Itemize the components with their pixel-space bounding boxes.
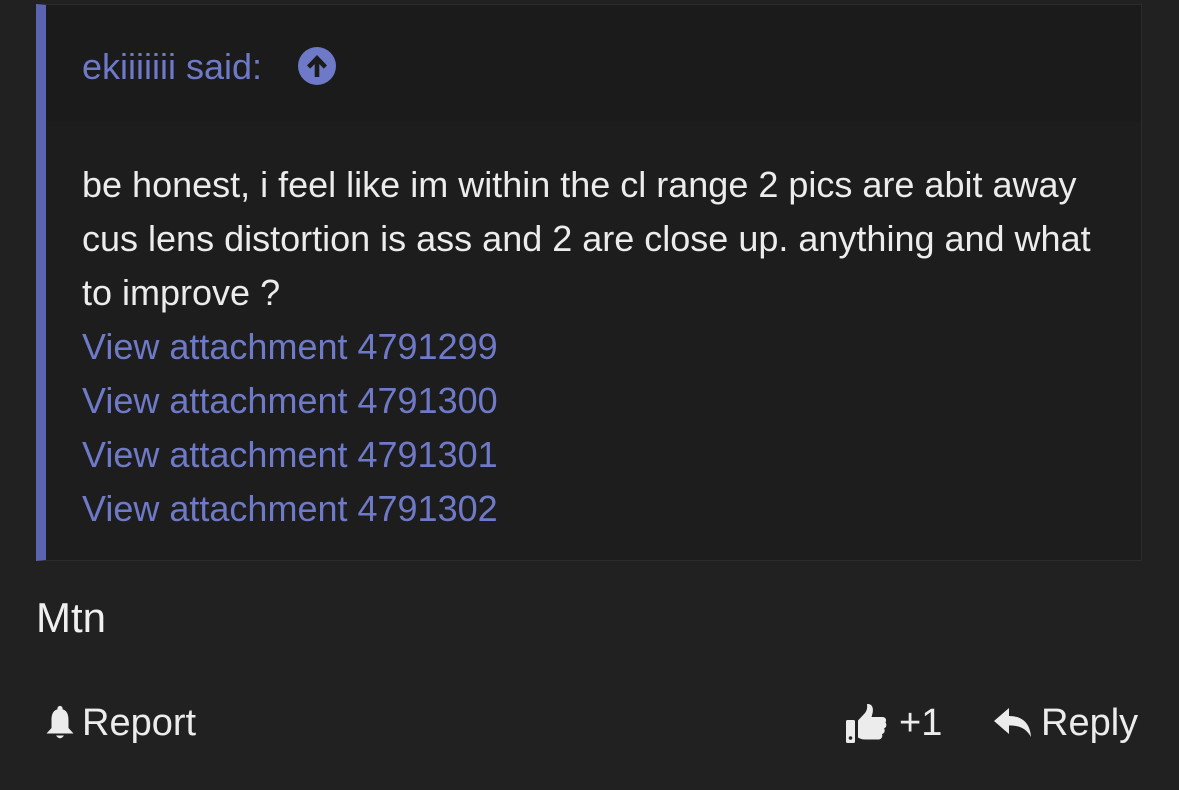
report-button[interactable]: Report — [44, 700, 196, 746]
reply-button[interactable]: Reply — [993, 700, 1138, 746]
attachment-link[interactable]: View attachment 4791301 — [82, 428, 1122, 482]
arrow-up-circle-icon[interactable] — [298, 47, 336, 85]
report-label: Report — [82, 701, 197, 744]
quote-text: be honest, i feel like im within the cl … — [82, 164, 1091, 313]
thumbs-up-icon — [845, 702, 887, 744]
reply-arrow-icon — [993, 705, 1033, 741]
attachment-link[interactable]: View attachment 4791299 — [82, 320, 1122, 374]
quote-author-link[interactable]: ekiiiiiii said: — [82, 47, 262, 87]
reply-label: Reply — [1041, 701, 1139, 744]
attachment-link[interactable]: View attachment 4791302 — [82, 482, 1122, 536]
quote-block: ekiiiiiii said: be honest, i feel like i… — [36, 4, 1142, 561]
attachment-link[interactable]: View attachment 4791300 — [82, 374, 1122, 428]
like-button[interactable]: +1 — [845, 700, 942, 746]
like-count: +1 — [899, 701, 943, 744]
bell-icon — [44, 704, 76, 742]
post-message: Mtn — [36, 594, 107, 641]
post-container: ekiiiiiii said: be honest, i feel like i… — [0, 0, 1179, 790]
quote-header: ekiiiiiii said: — [46, 5, 1141, 122]
quote-body: be honest, i feel like im within the cl … — [82, 158, 1122, 536]
